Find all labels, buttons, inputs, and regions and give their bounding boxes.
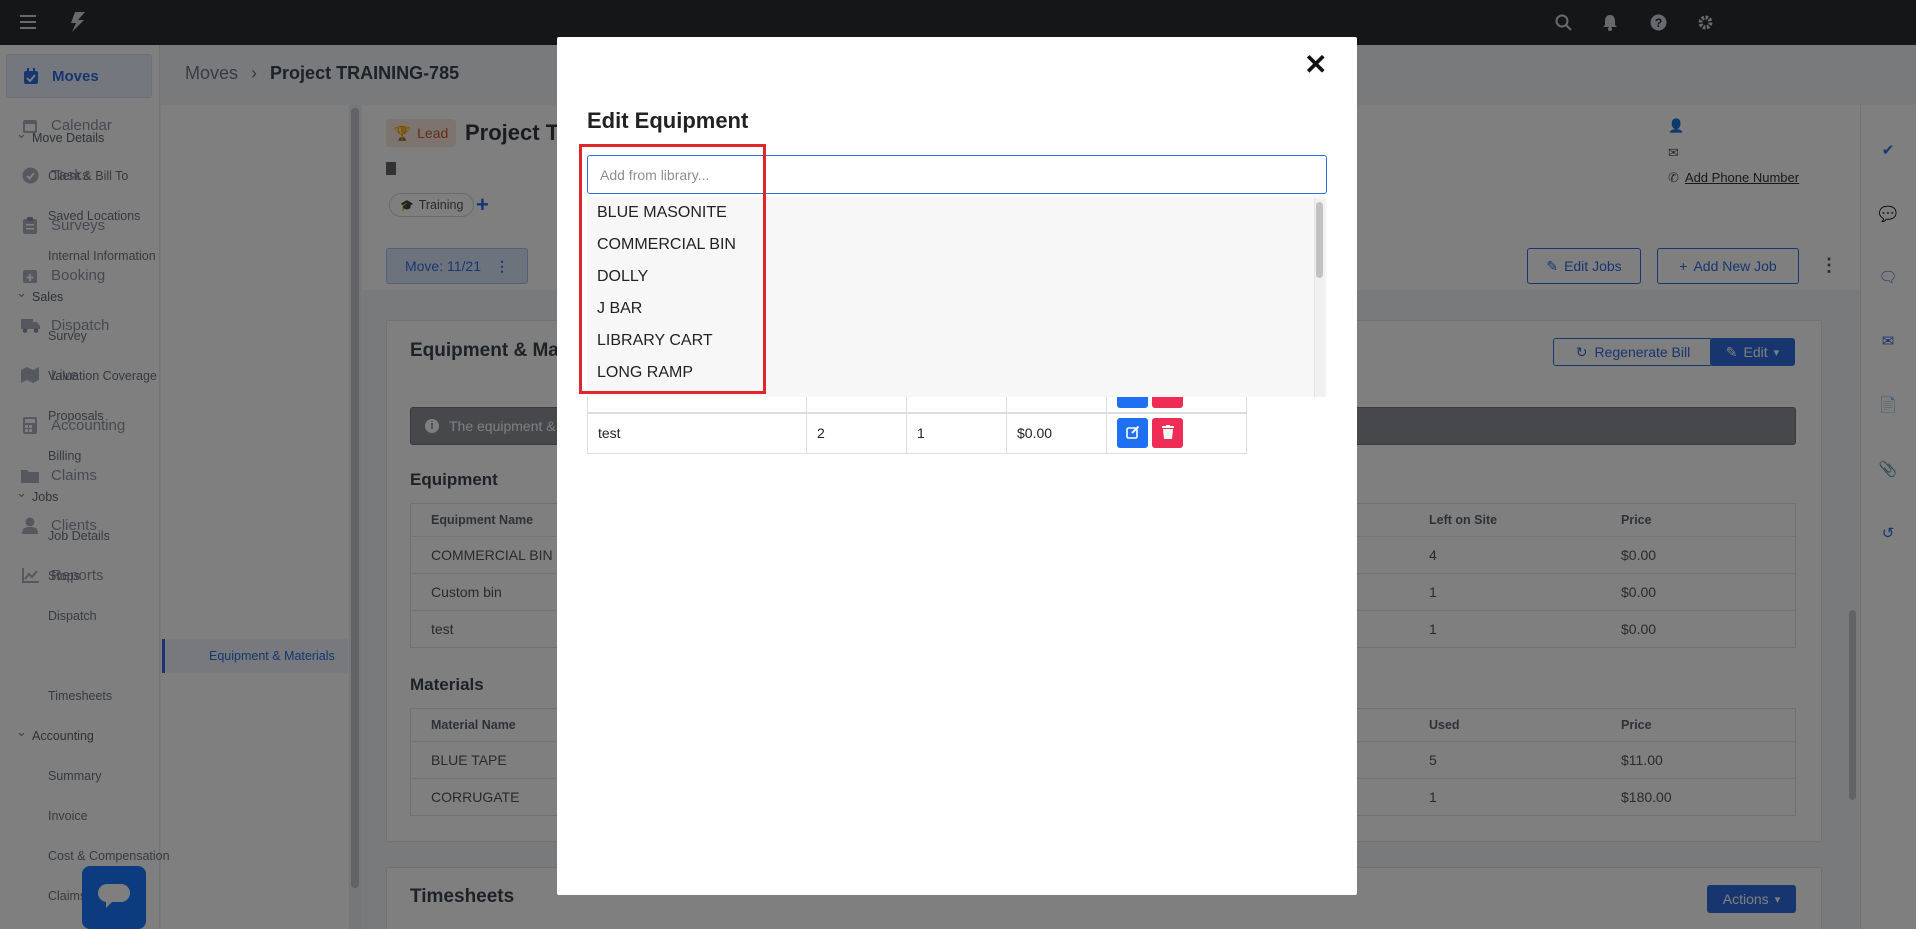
cell-price: $0.00 (1006, 412, 1107, 454)
edit-icon (1125, 425, 1140, 442)
trash-icon (1161, 424, 1174, 442)
close-icon[interactable]: ✕ (1304, 51, 1327, 79)
cell-left[interactable]: 1 (906, 412, 1007, 454)
modal-title: Edit Equipment (587, 108, 749, 133)
cell-name: test (587, 412, 807, 454)
cell-qty[interactable]: 2 (806, 412, 907, 454)
edit-row-button[interactable] (1117, 418, 1148, 448)
modal-table-row[interactable]: test 2 1 $0.00 (587, 412, 1247, 454)
highlight-box (579, 144, 766, 394)
delete-row-button[interactable] (1152, 418, 1183, 448)
library-scroll-thumb[interactable] (1316, 202, 1323, 278)
